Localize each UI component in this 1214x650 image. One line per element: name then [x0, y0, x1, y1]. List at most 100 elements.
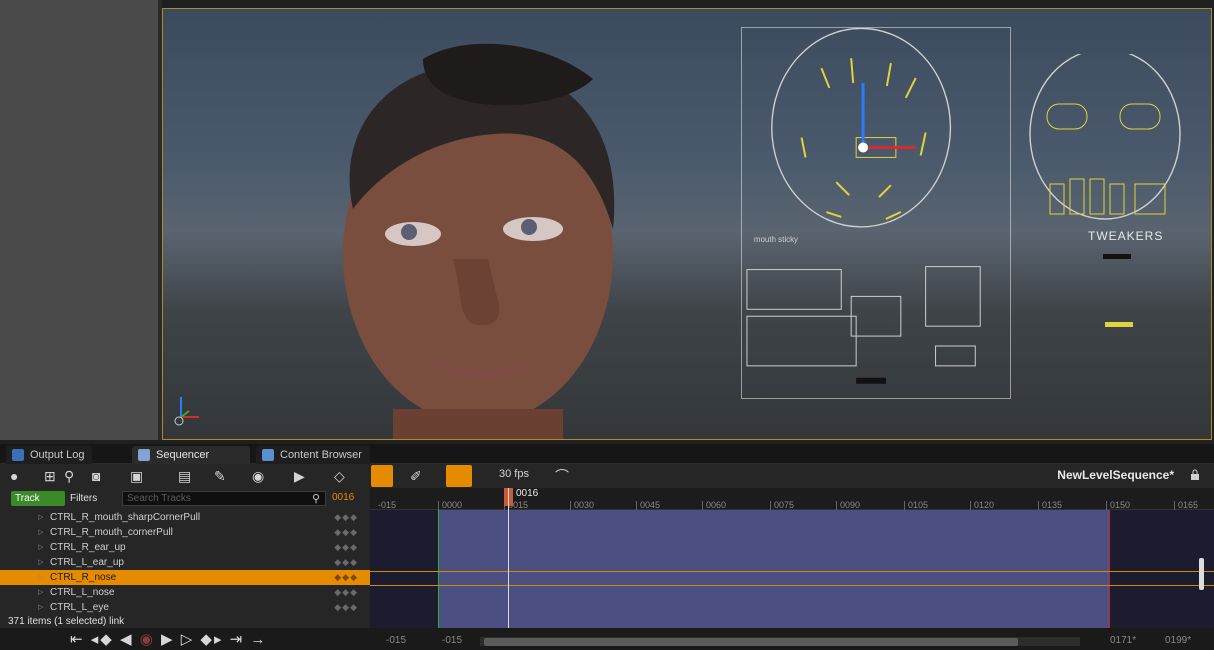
track-row[interactable]: CTRL_R_mouth_sharpCornerPull ▷ ◆◆◆	[0, 510, 370, 525]
horizontal-scrollbar[interactable]	[484, 638, 1018, 646]
tab-label: Sequencer	[156, 449, 210, 461]
face-rig-control-board[interactable]: mouth sticky	[741, 27, 1011, 399]
tick-mark	[836, 501, 837, 510]
step-forward-icon[interactable]: ▷	[181, 631, 195, 648]
key-nav-icons[interactable]: ◆◆◆	[334, 570, 358, 585]
key-nav-icons[interactable]: ◆◆◆	[334, 555, 358, 570]
tab-sequencer[interactable]: Sequencer	[132, 446, 250, 464]
world-icon[interactable]: ●	[10, 467, 18, 485]
tick-label: 0150	[1110, 500, 1131, 510]
tick-mark	[438, 501, 439, 510]
tick-label: 0120	[974, 500, 995, 510]
fps-dropdown[interactable]: 30 fps	[499, 468, 529, 480]
tick-mark	[1106, 501, 1107, 510]
expand-arrow-icon[interactable]: ▷	[38, 525, 43, 540]
play-icon[interactable]: ▶	[161, 631, 175, 648]
expand-arrow-icon[interactable]: ▷	[38, 570, 43, 585]
search-tracks-icon[interactable]: ⚲	[312, 492, 320, 505]
item-count-status: 371 items (1 selected) link	[8, 616, 124, 627]
tick-label: 0030	[574, 500, 595, 510]
tick-label: 0165	[1178, 500, 1199, 510]
sequencer-toolbar: ● ⊞ ⚲ ◙ ▣ ▤ ✎ ◉ ▶ ◇ ✐ ⌒	[0, 464, 1214, 488]
search-icon[interactable]: ⚲	[64, 467, 74, 485]
tick-label: 0090	[840, 500, 861, 510]
lock-icon[interactable]	[1190, 469, 1200, 480]
playback-options-icon[interactable]: ▶	[294, 467, 305, 485]
time-ruler[interactable]: -015 0000 0015 0030 0045 0060 0075 0090 …	[370, 488, 1214, 510]
vertical-scrollbar[interactable]	[1199, 558, 1204, 590]
track-name: CTRL_R_mouth_sharpCornerPull	[50, 512, 201, 523]
auto-key-button[interactable]	[371, 465, 393, 487]
step-back-icon[interactable]: ◀	[120, 631, 134, 648]
track-row[interactable]: CTRL_L_eye ▷ ◆◆◆	[0, 600, 370, 615]
track-row[interactable]: CTRL_R_mouth_cornerPull ▷ ◆◆◆	[0, 525, 370, 540]
previous-key-icon[interactable]: ◂◆	[91, 631, 114, 648]
next-key-icon[interactable]: ◆▸	[200, 631, 223, 648]
jump-to-start-icon[interactable]: ⇤	[70, 631, 85, 648]
range-end-field[interactable]: 0199*	[1165, 635, 1191, 646]
record-icon[interactable]: ◉	[140, 631, 155, 648]
search-tracks-input[interactable]: Search Tracks	[122, 491, 326, 506]
render-movie-icon[interactable]: ▣	[130, 467, 143, 485]
playback-start-marker[interactable]	[438, 510, 439, 628]
view-start-field[interactable]: -015	[442, 635, 462, 646]
current-frame-field[interactable]: 0016	[332, 492, 354, 503]
playback-end-marker[interactable]	[1108, 510, 1109, 628]
expand-arrow-icon[interactable]: ▷	[38, 555, 43, 570]
add-track-icon[interactable]: ⊞	[44, 467, 56, 485]
expand-arrow-icon[interactable]: ▷	[38, 585, 43, 600]
view-end-field[interactable]: 0171*	[1110, 635, 1136, 646]
loop-icon[interactable]: →	[250, 631, 267, 648]
axis-gizmo-icon	[174, 397, 199, 426]
tick-label: 0135	[1042, 500, 1063, 510]
key-nav-icons[interactable]: ◆◆◆	[334, 585, 358, 600]
tick-mark	[904, 501, 905, 510]
tick-label: 0105	[908, 500, 929, 510]
tab-label: Content Browser	[280, 449, 362, 461]
track-row[interactable]: CTRL_L_nose ▷ ◆◆◆	[0, 585, 370, 600]
track-row[interactable]: CTRL_L_ear_up ▷ ◆◆◆	[0, 555, 370, 570]
expand-arrow-icon[interactable]: ▷	[38, 600, 43, 615]
range-start-field[interactable]: -015	[386, 635, 406, 646]
selected-track-outline	[370, 585, 1214, 586]
tick-mark	[970, 501, 971, 510]
tab-content-browser[interactable]: Content Browser	[256, 446, 370, 464]
content-browser-icon	[262, 449, 274, 461]
transport-controls[interactable]: ⇤ ◂◆ ◀ ◉ ▶ ▷ ◆▸ ⇥ →	[70, 630, 267, 648]
camera-icon[interactable]: ◙	[92, 467, 100, 485]
tweakers-control-board[interactable]	[1025, 54, 1195, 334]
playback-range[interactable]	[438, 510, 1110, 628]
save-icon[interactable]: ▤	[178, 467, 191, 485]
key-nav-icons[interactable]: ◆◆◆	[334, 525, 358, 540]
selected-track-outline	[370, 571, 1214, 572]
curve-editor-icon[interactable]: ⌒	[555, 467, 569, 485]
track-row-selected[interactable]: CTRL_R_nose ▷ ◆◆◆	[0, 570, 370, 585]
track-name: CTRL_L_nose	[50, 587, 115, 598]
jump-to-end-icon[interactable]: ⇥	[230, 631, 245, 648]
filters-button-label: Filters	[70, 493, 98, 504]
level-viewport[interactable]: mouth sticky TWEAKERS	[162, 8, 1212, 440]
curve-edit-icon[interactable]: ✐	[410, 467, 422, 485]
tab-label: Output Log	[30, 449, 85, 461]
expand-arrow-icon[interactable]: ▷	[38, 510, 43, 525]
filters-button[interactable]: Filters	[70, 491, 97, 506]
playhead-line	[508, 488, 509, 628]
link-label[interactable]: link	[109, 616, 124, 627]
add-track-button[interactable]: Track	[11, 491, 65, 506]
tick-mark	[702, 501, 703, 510]
tick-label: 0060	[706, 500, 727, 510]
tick-label: 0045	[640, 500, 661, 510]
track-row[interactable]: CTRL_R_ear_up ▷ ◆◆◆	[0, 540, 370, 555]
key-group-icon[interactable]: ◇	[334, 467, 345, 485]
key-nav-icons[interactable]: ◆◆◆	[334, 540, 358, 555]
key-nav-icons[interactable]: ◆◆◆	[334, 600, 358, 615]
tick-label: 0000	[442, 500, 463, 510]
settings-icon[interactable]: ✎	[214, 467, 226, 485]
key-nav-icons[interactable]: ◆◆◆	[334, 510, 358, 525]
tab-output-log[interactable]: Output Log	[6, 446, 93, 464]
expand-arrow-icon[interactable]: ▷	[38, 540, 43, 555]
view-options-icon[interactable]: ◉	[252, 467, 264, 485]
snap-toggle-button[interactable]	[446, 465, 472, 487]
track-outliner: CTRL_R_mouth_sharpCornerPull ▷ ◆◆◆ CTRL_…	[0, 510, 370, 628]
items-count: 371 items (1 selected)	[8, 616, 107, 627]
